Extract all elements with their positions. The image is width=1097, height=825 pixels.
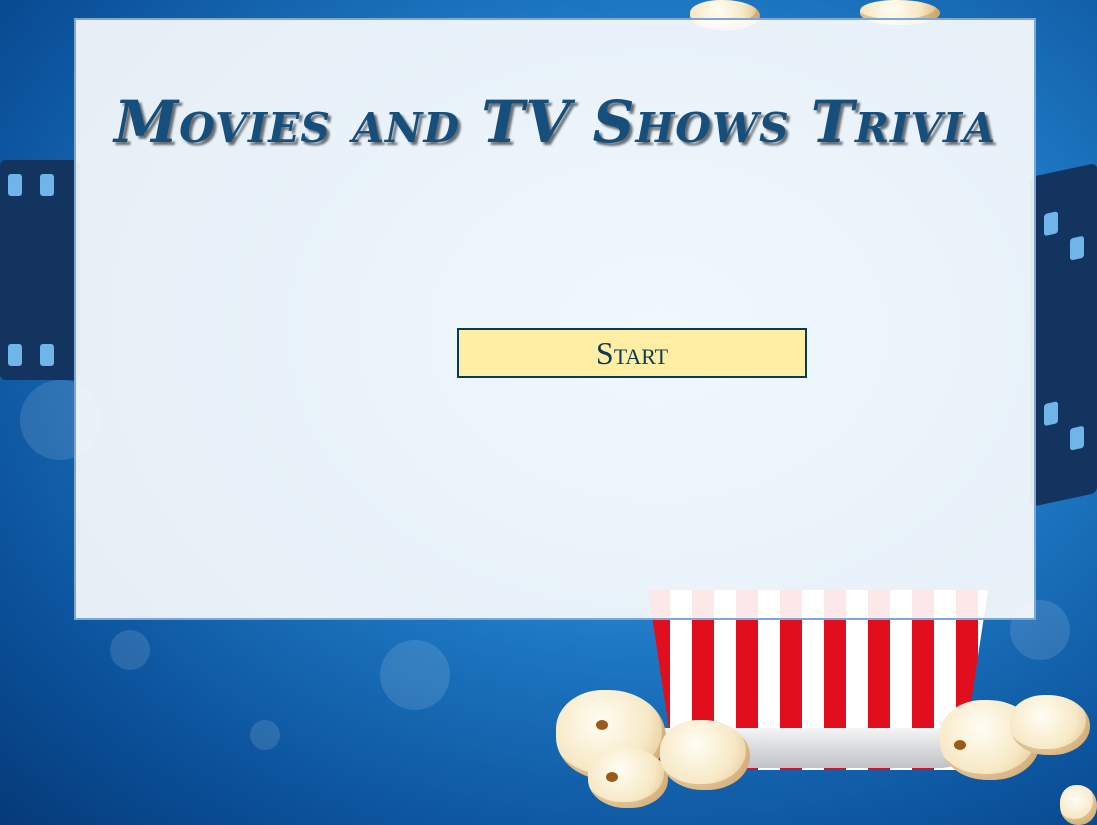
popcorn-kernel-icon [660, 720, 750, 790]
film-reel-icon [1030, 162, 1097, 508]
bokeh-light [250, 720, 280, 750]
popcorn-kernel-icon [588, 748, 668, 808]
film-reel-icon [0, 160, 80, 380]
page-title: Movies and TV Shows Trivia [113, 88, 997, 156]
trivia-panel: Movies and TV Shows Trivia Start [74, 18, 1036, 620]
popcorn-kernel-icon [1060, 785, 1097, 825]
bokeh-light [110, 630, 150, 670]
start-button[interactable]: Start [457, 328, 807, 378]
bokeh-light [380, 640, 450, 710]
popcorn-kernel-icon [1010, 695, 1090, 755]
